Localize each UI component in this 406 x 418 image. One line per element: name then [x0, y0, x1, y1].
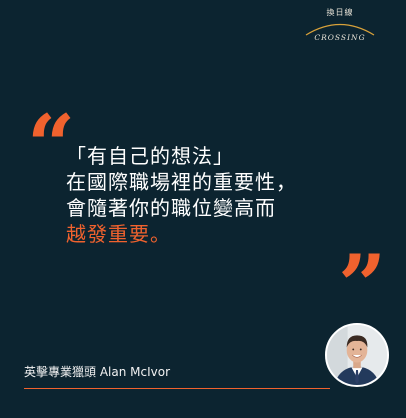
quote-line-2: 在國際職場裡的重要性， [66, 170, 297, 194]
close-quote-icon: ” [338, 236, 387, 335]
speaker-portrait-icon [327, 325, 387, 385]
quote-line-highlight: 越發重要。 [66, 222, 171, 246]
crossing-logo: 換日線 CROSSING [302, 6, 378, 46]
logo-wordmark: CROSSING [314, 33, 366, 42]
open-quote-icon: “ [27, 96, 76, 195]
footer-divider [24, 388, 330, 389]
logo-chinese-name: 換日線 [326, 8, 354, 17]
quote-card: 換日線 CROSSING “ 「有自己的想法」 在國際職場裡的重要性， 會隨著你… [0, 0, 406, 418]
speaker-avatar [325, 323, 389, 387]
quote-line-3: 會隨著你的職位變高而 [66, 196, 276, 220]
quote-text: 「有自己的想法」 在國際職場裡的重要性， 會隨著你的職位變高而 越發重要。 [66, 143, 366, 247]
speaker-attribution: 英擊專業獵頭 Alan McIvor [24, 365, 170, 379]
quote-line-1: 「有自己的想法」 [66, 144, 234, 168]
